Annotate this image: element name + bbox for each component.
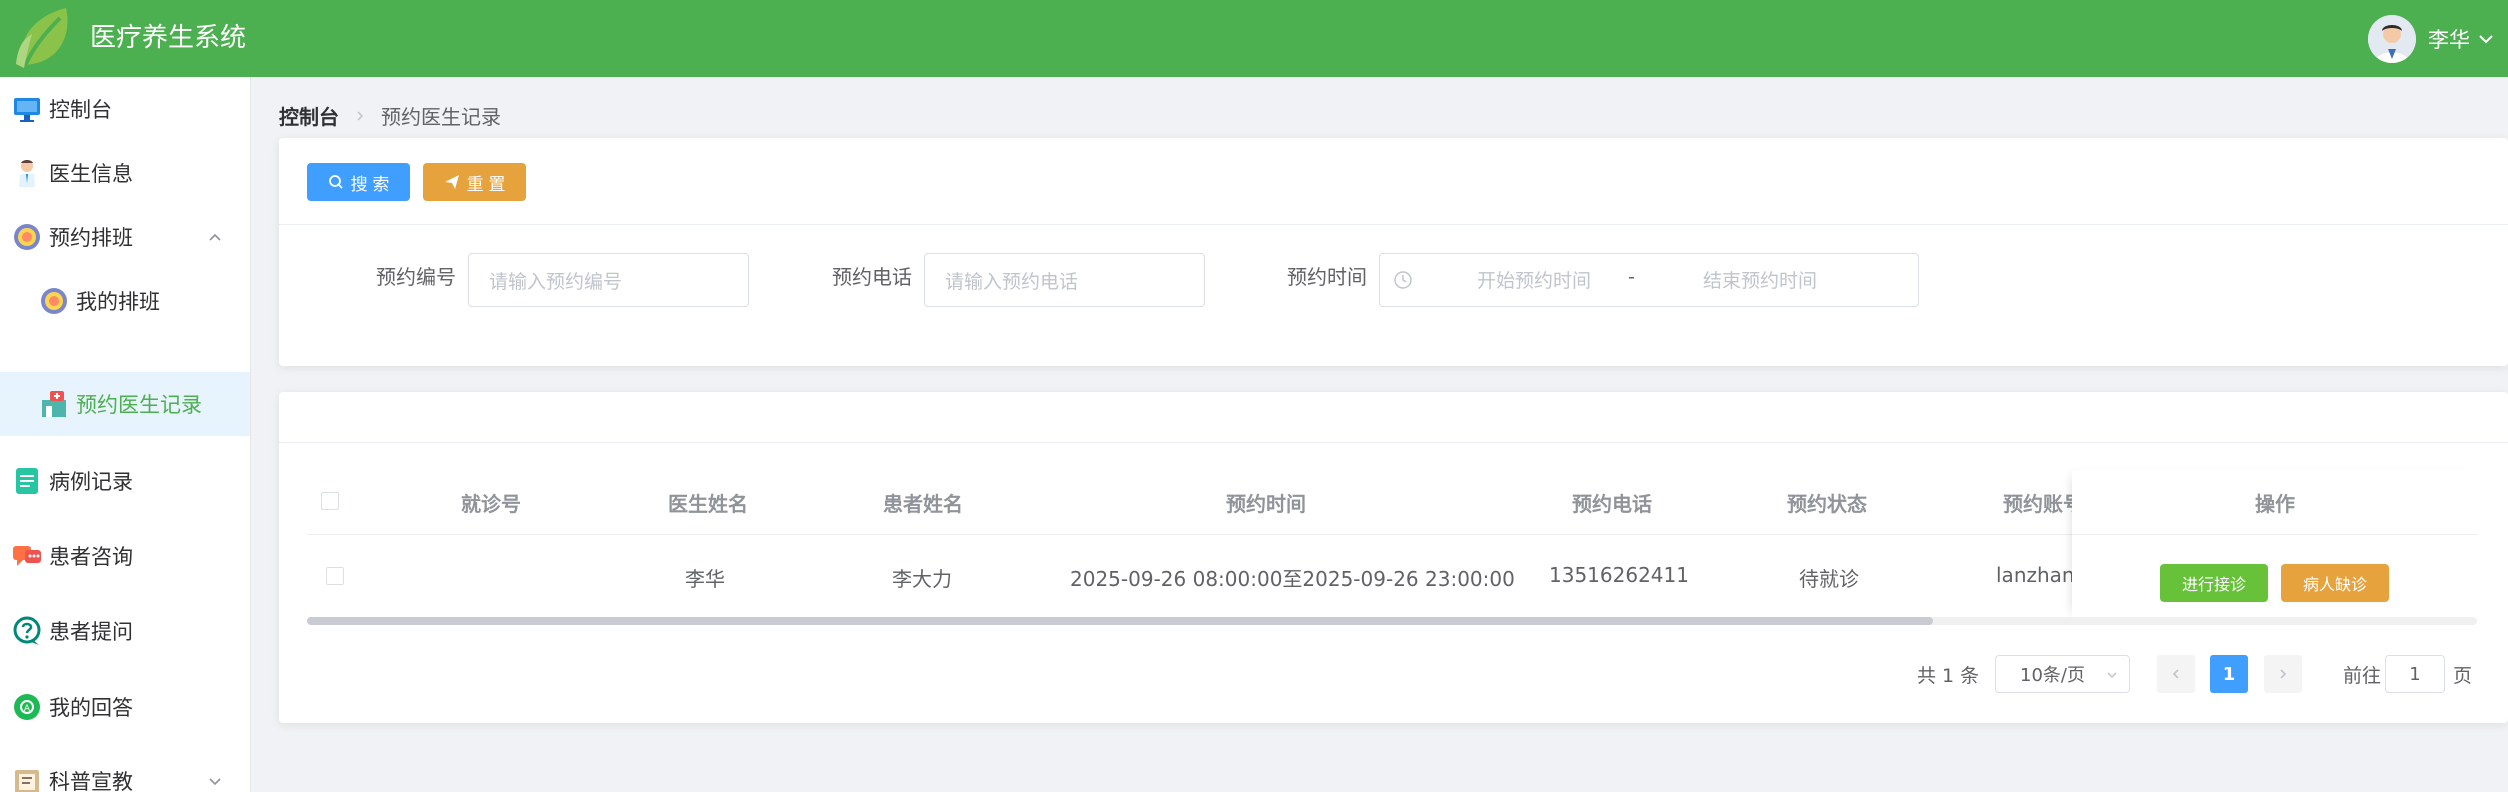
appointment-no-input[interactable]: 请输入预约编号 [468,253,749,307]
divider [279,224,2508,225]
monitor-icon [14,98,40,122]
breadcrumb-current: 预约医生记录 [381,105,501,129]
col-header-time: 预约时间 [1226,492,1306,516]
cell-phone: 13516262411 [1549,563,1689,587]
chat-icon [13,546,41,566]
phone-input[interactable]: 请输入预约电话 [924,253,1205,307]
book-icon [15,770,39,792]
send-icon [444,175,459,189]
cell-status: 待就诊 [1799,567,1859,591]
cell-patient: 李大力 [892,567,952,591]
page-size-select[interactable]: 10条/页 [1995,655,2130,693]
cell-time: 2025-09-26 08:00:00至2025-09-26 23:00:00 [1070,567,1515,591]
sidebar-item-my-answers[interactable]: A 我的回答 [0,675,250,739]
app-title: 医疗养生系统 [90,23,247,53]
horizontal-scrollbar[interactable] [307,617,2477,625]
date-range-picker[interactable]: 开始预约时间 - 结束预约时间 [1379,253,1919,307]
time-label: 预约时间 [1287,265,1367,289]
svg-text:A: A [24,704,31,714]
col-header-status: 预约状态 [1787,492,1867,516]
pagination-total: 共 1 条 [1917,664,1980,687]
sidebar-item-dashboard[interactable]: 控制台 [0,77,250,141]
top-header: 医疗养生系统 李华 [0,0,2508,77]
patient-absent-button[interactable]: 病人缺诊 [2281,564,2389,602]
cell-doctor: 李华 [685,567,725,591]
chevron-right-icon [2280,669,2287,679]
search-panel: 搜 索 重 置 预约编号 请输入预约编号 预约电话 请输入预约电话 预约时间 开… [279,138,2508,366]
col-header-doctor: 医生姓名 [668,492,748,516]
select-all-checkbox[interactable] [321,492,339,510]
sidebar-item-schedule[interactable]: 预约排班 [0,205,250,269]
breadcrumb: 控制台 预约医生记录 [279,101,501,130]
breadcrumb-home[interactable]: 控制台 [279,101,339,130]
sidebar-item-appointment-records[interactable]: 预约医生记录 [0,372,250,436]
user-menu[interactable]: 李华 [2368,0,2508,77]
chevron-down-icon [2479,34,2493,43]
clock-icon [1394,271,1412,289]
next-page-button[interactable] [2264,655,2302,693]
chevron-right-icon [357,110,364,121]
start-time-input[interactable]: 开始预约时间 [1464,266,1604,293]
clinic-icon [42,391,66,417]
goto-page-input[interactable]: 1 [2385,655,2445,693]
doctor-icon [19,160,35,187]
sidebar-item-patient-consult[interactable]: 患者咨询 [0,524,250,588]
cell-account: lanzhanf [1996,563,2082,587]
divider [279,442,2508,443]
search-button[interactable]: 搜 索 [307,163,410,201]
reset-button[interactable]: 重 置 [423,163,526,201]
row-divider [2072,534,2478,535]
page-number-button[interactable]: 1 [2210,655,2248,693]
col-header-visit-no: 就诊号 [461,492,521,516]
document-icon [16,468,38,494]
appointment-no-label: 预约编号 [376,265,456,289]
prev-page-button[interactable] [2157,655,2195,693]
gear-flower-icon [41,288,67,314]
sidebar-item-science-education[interactable]: 科普宣教 [0,749,250,792]
col-header-account: 预约账号 [2003,492,2083,516]
answer-icon: A [14,694,40,720]
user-name: 李华 [2428,27,2470,52]
range-separator: - [1628,266,1635,288]
col-header-actions: 操作 [2255,492,2295,516]
gear-flower-icon [14,224,40,250]
sidebar-item-doctor-info[interactable]: 医生信息 [0,141,250,205]
search-icon [328,175,343,189]
scrollbar-thumb[interactable] [307,617,1933,625]
sidebar-item-my-schedule[interactable]: 我的排班 [0,269,250,333]
chevron-left-icon [2172,669,2179,679]
sidebar-item-case-records[interactable]: 病例记录 [0,449,250,513]
table-panel: 就诊号 医生姓名 患者姓名 预约时间 预约电话 预约状态 预约账号 李华 李大力… [279,392,2508,723]
accept-visit-button[interactable]: 进行接诊 [2160,564,2268,602]
goto-suffix: 页 [2453,664,2473,687]
leaf-logo-icon [16,8,68,69]
col-header-phone: 预约电话 [1572,492,1652,516]
question-icon [13,616,41,645]
col-header-patient: 患者姓名 [883,492,963,516]
chevron-down-icon [209,778,221,786]
phone-label: 预约电话 [832,265,912,289]
chevron-down-icon [2107,672,2117,679]
end-time-input[interactable]: 结束预约时间 [1690,266,1830,293]
sidebar: 控制台 医生信息 预约排班 我的排班 预约医生记录 病例记录 患者咨询 患者提问… [0,77,251,792]
row-checkbox[interactable] [326,567,344,585]
chevron-up-icon [209,233,221,241]
fixed-actions-column: 操作 [2072,470,2478,618]
avatar [2368,14,2416,63]
sidebar-item-patient-questions[interactable]: 患者提问 [0,599,250,663]
goto-label: 前往 [2343,664,2382,687]
